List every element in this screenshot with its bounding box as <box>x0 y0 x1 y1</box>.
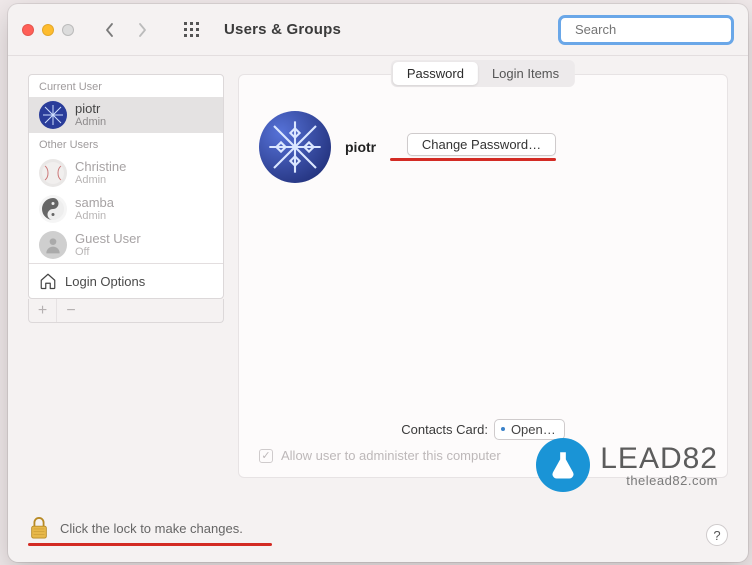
login-options-label: Login Options <box>65 274 145 289</box>
login-options-button[interactable]: Login Options <box>29 263 223 298</box>
window-controls <box>22 24 74 36</box>
watermark: LEAD82 thelead82.com <box>536 438 718 492</box>
user-name: Guest User <box>75 232 141 246</box>
add-remove-bar: + − <box>28 299 224 323</box>
zoom-window-icon <box>62 24 74 36</box>
annotation-underline <box>28 543 272 546</box>
sidebar-item-user[interactable]: Guest User Off <box>29 227 223 263</box>
avatar-icon <box>39 231 67 259</box>
user-name: samba <box>75 196 114 210</box>
search-input[interactable] <box>575 22 748 37</box>
users-sidebar: Current User piotr Admin <box>28 74 224 299</box>
profile-avatar[interactable] <box>259 111 331 183</box>
sidebar-column: Current User piotr Admin <box>28 74 224 478</box>
show-all-icon[interactable] <box>182 20 202 40</box>
tab-login-items[interactable]: Login Items <box>478 62 573 85</box>
user-role: Off <box>75 246 141 258</box>
current-user-label: Current User <box>29 75 223 97</box>
sidebar-item-user[interactable]: samba Admin <box>29 191 223 227</box>
watermark-subtitle: thelead82.com <box>600 474 718 487</box>
toolbar: Users & Groups <box>8 4 748 56</box>
tab-password[interactable]: Password <box>393 62 478 85</box>
watermark-title: LEAD82 <box>600 444 718 474</box>
prefs-window: Users & Groups Current User <box>8 4 748 562</box>
forward-button[interactable] <box>128 16 156 44</box>
open-contacts-button[interactable]: Open… <box>494 419 565 440</box>
lock-icon[interactable] <box>28 515 50 541</box>
body: Current User piotr Admin <box>8 56 748 486</box>
add-user-button: + <box>29 299 57 322</box>
nav-arrows <box>96 16 156 44</box>
tabs: Password Login Items <box>391 60 575 87</box>
page-title: Users & Groups <box>224 21 341 38</box>
user-name: Christine <box>75 160 126 174</box>
user-text: piotr Admin <box>75 102 106 128</box>
user-role: Admin <box>75 116 106 128</box>
user-name: piotr <box>75 102 106 116</box>
close-window-icon[interactable] <box>22 24 34 36</box>
user-role: Admin <box>75 210 114 222</box>
sidebar-item-user[interactable]: Christine Admin <box>29 155 223 191</box>
avatar-icon <box>39 195 67 223</box>
remove-user-button: − <box>57 299 85 322</box>
flask-icon <box>536 438 590 492</box>
lock-text: Click the lock to make changes. <box>60 521 243 536</box>
change-password-button[interactable]: Change Password… <box>407 133 556 156</box>
profile-name: piotr <box>345 139 376 155</box>
other-users-label: Other Users <box>29 133 223 155</box>
user-role: Admin <box>75 174 126 186</box>
annotation-underline <box>390 158 556 161</box>
avatar-icon <box>39 101 67 129</box>
minimize-window-icon[interactable] <box>42 24 54 36</box>
footer: Click the lock to make changes. ? <box>28 515 728 546</box>
back-button[interactable] <box>96 16 124 44</box>
search-field[interactable] <box>558 15 734 45</box>
home-icon <box>39 272 57 290</box>
sidebar-item-current-user[interactable]: piotr Admin <box>29 97 223 133</box>
contacts-card-label: Contacts Card: <box>401 422 488 437</box>
admin-checkbox: ✓ <box>259 449 273 463</box>
contacts-card-row: Contacts Card: Open… <box>259 419 707 440</box>
admin-checkbox-label: Allow user to administer this computer <box>281 448 501 463</box>
main-panel: Password Login Items piotr Change Passw <box>238 74 728 478</box>
avatar-icon <box>39 159 67 187</box>
help-button[interactable]: ? <box>706 524 728 546</box>
profile-row: piotr Change Password… <box>259 75 707 183</box>
